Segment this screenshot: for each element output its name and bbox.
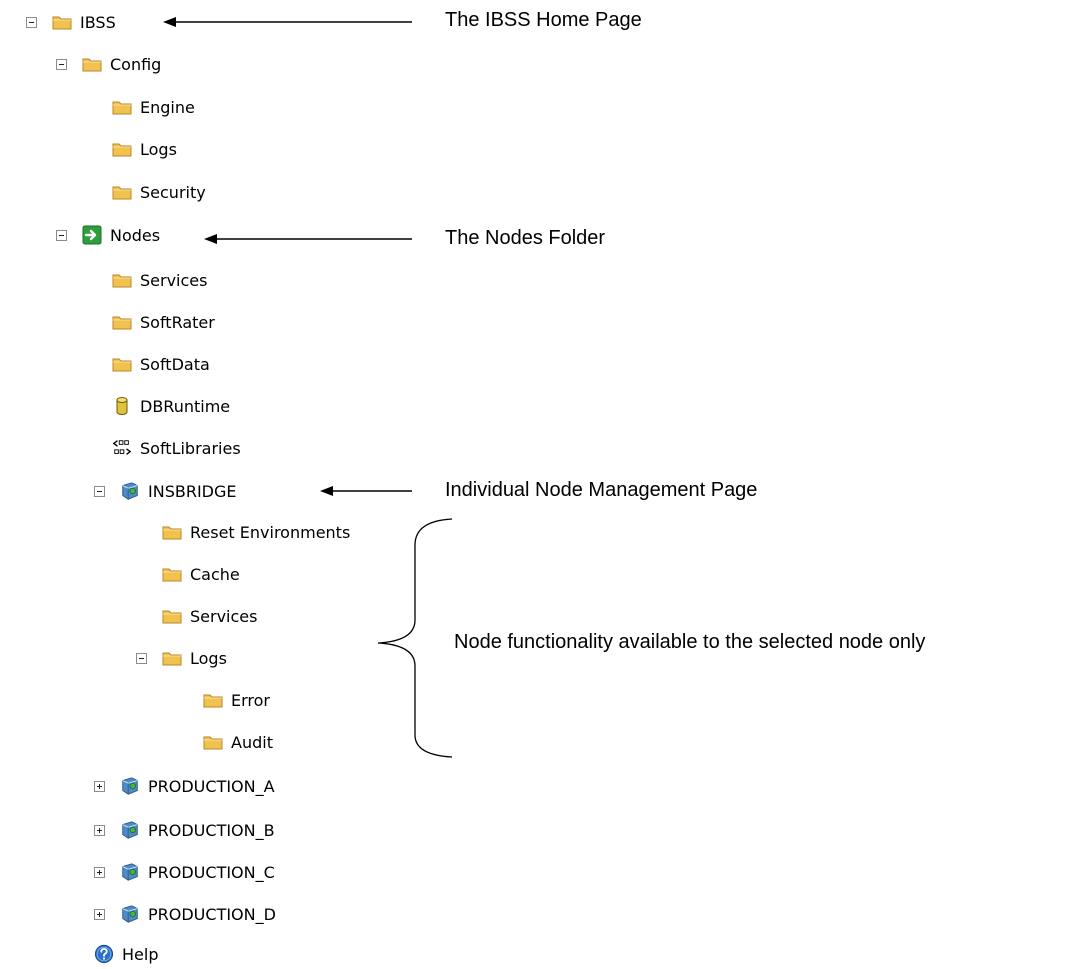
tree-node-label: INSBRIDGE xyxy=(148,481,237,501)
folder-icon xyxy=(203,691,223,709)
folder-icon xyxy=(112,313,132,331)
tree-node-label: PRODUCTION_B xyxy=(148,820,275,840)
tree-node-insbridge[interactable]: INSBRIDGE xyxy=(94,476,236,506)
tree-node-label: Config xyxy=(110,54,162,74)
tree-node-production-a[interactable]: PRODUCTION_A xyxy=(94,771,275,801)
tree-node-label: Services xyxy=(190,606,258,626)
tree-node-audit[interactable]: Audit xyxy=(203,727,273,757)
tree-node-label: Help xyxy=(122,944,159,964)
tree-node-label: PRODUCTION_D xyxy=(148,904,276,924)
folder-icon xyxy=(162,523,182,541)
tree-node-engine[interactable]: Engine xyxy=(112,92,195,122)
server-icon xyxy=(120,863,140,881)
tree-node-label: DBRuntime xyxy=(140,396,231,416)
collapse-toggle-icon[interactable] xyxy=(136,652,147,664)
tree-node-label: Logs xyxy=(190,648,227,668)
folder-icon xyxy=(112,140,132,158)
folder-icon xyxy=(112,98,132,116)
tree-node-error[interactable]: Error xyxy=(203,685,270,715)
tree-node-label: Audit xyxy=(231,732,273,752)
annotation-node-functionality: Node functionality available to the sele… xyxy=(454,631,926,653)
tree-node-nodes[interactable]: Nodes xyxy=(56,220,160,250)
tree-node-production-d[interactable]: PRODUCTION_D xyxy=(94,899,276,929)
collapse-toggle-icon[interactable] xyxy=(56,229,67,241)
tree-node-cache[interactable]: Cache xyxy=(162,559,240,589)
server-icon xyxy=(120,482,140,500)
folder-icon xyxy=(162,649,182,667)
collapse-toggle-icon[interactable] xyxy=(94,485,105,497)
tree-node-label: Logs xyxy=(140,139,177,159)
tree-node-label: PRODUCTION_A xyxy=(148,776,275,796)
expand-toggle-icon[interactable] xyxy=(94,824,105,836)
tree-node-production-c[interactable]: PRODUCTION_C xyxy=(94,857,275,887)
tree-node-label: SoftData xyxy=(140,354,210,374)
tree-node-label: PRODUCTION_C xyxy=(148,862,275,882)
tree-node-logs[interactable]: Logs xyxy=(112,134,177,164)
expand-toggle-icon[interactable] xyxy=(94,866,105,878)
server-icon xyxy=(120,821,140,839)
tree-node-label: Nodes xyxy=(110,225,161,245)
annotation-node-management: Individual Node Management Page xyxy=(445,479,758,501)
tree-node-label: SoftLibraries xyxy=(140,438,241,458)
green-arrow-icon xyxy=(82,225,102,245)
tree-node-label: Engine xyxy=(140,97,195,117)
tree-node-config[interactable]: Config xyxy=(56,49,161,79)
folder-icon xyxy=(112,271,132,289)
expand-toggle-icon[interactable] xyxy=(94,908,105,920)
folder-icon xyxy=(52,13,72,31)
tree-node-node-services[interactable]: Services xyxy=(162,601,257,631)
collapse-toggle-icon[interactable] xyxy=(26,16,37,28)
tree-node-production-b[interactable]: PRODUCTION_B xyxy=(94,815,275,845)
expand-toggle-icon[interactable] xyxy=(94,780,105,792)
tree-node-reset-environments[interactable]: Reset Environments xyxy=(162,517,350,547)
tree-node-label: Services xyxy=(140,270,208,290)
tree-node-softdata[interactable]: SoftData xyxy=(112,349,210,379)
folder-icon xyxy=(112,183,132,201)
server-icon xyxy=(120,777,140,795)
folder-icon xyxy=(203,733,223,751)
tree-node-label: SoftRater xyxy=(140,312,215,332)
tree-node-softrater[interactable]: SoftRater xyxy=(112,307,215,337)
help-icon xyxy=(94,944,114,964)
tree-node-label: IBSS xyxy=(80,12,116,32)
collapse-toggle-icon[interactable] xyxy=(56,58,67,70)
folder-icon xyxy=(162,607,182,625)
library-icon xyxy=(112,439,132,457)
tree-node-services[interactable]: Services xyxy=(112,265,207,295)
folder-icon xyxy=(82,55,102,73)
annotation-home-page: The IBSS Home Page xyxy=(445,9,642,31)
folder-icon xyxy=(162,565,182,583)
tree-node-label: Error xyxy=(231,690,270,710)
tree-node-ibss[interactable]: IBSS xyxy=(26,7,116,37)
annotation-nodes-folder: The Nodes Folder xyxy=(445,227,606,249)
server-icon xyxy=(120,905,140,923)
database-icon xyxy=(112,397,132,415)
folder-icon xyxy=(112,355,132,373)
tree-node-softlibraries[interactable]: SoftLibraries xyxy=(112,433,241,463)
tree-node-dbruntime[interactable]: DBRuntime xyxy=(112,391,230,421)
tree-node-node-logs[interactable]: Logs xyxy=(136,643,227,673)
tree-node-help[interactable]: Help xyxy=(94,939,158,969)
tree-node-label: Cache xyxy=(190,564,240,584)
tree-node-label: Security xyxy=(140,182,206,202)
tree-node-security[interactable]: Security xyxy=(112,177,206,207)
tree-node-label: Reset Environments xyxy=(190,522,351,542)
